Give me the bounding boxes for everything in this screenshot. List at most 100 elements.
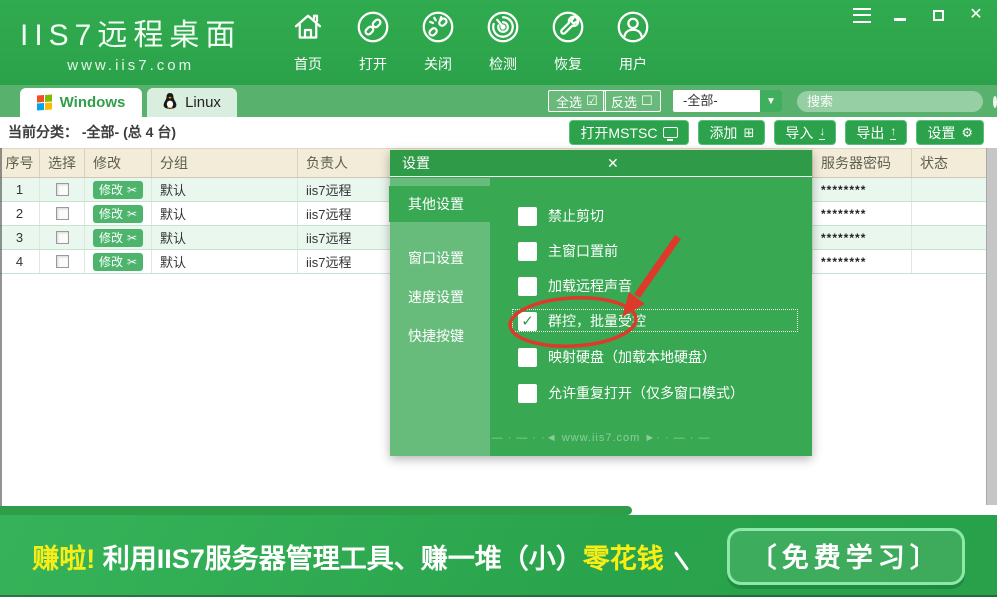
app-header: IIS7远程桌面 www.iis7.com 首页 打开 关闭 检测 恢复 用户 … bbox=[0, 0, 997, 85]
option-disable-cut[interactable]: 禁止剪切 bbox=[518, 205, 604, 227]
row-status bbox=[912, 202, 986, 225]
row-status bbox=[912, 178, 986, 201]
tab-windows-label: Windows bbox=[59, 94, 126, 111]
banner-notch bbox=[0, 506, 632, 515]
settings-button[interactable]: 设置 ⚙ bbox=[916, 120, 984, 145]
import-button[interactable]: 导入 ↓ bbox=[774, 120, 837, 145]
option-group-control[interactable]: ✓ 群控，批量受控 bbox=[518, 310, 646, 332]
nav-restore-label: 恢复 bbox=[554, 56, 582, 72]
free-learning-button[interactable]: 〔免费学习〕 bbox=[726, 527, 965, 585]
empty-box-icon: ☐ bbox=[641, 93, 653, 108]
nav-detect-label: 检测 bbox=[489, 56, 517, 72]
close-icon[interactable]: ✕ bbox=[967, 7, 985, 23]
search-box bbox=[797, 91, 997, 112]
modify-button[interactable]: 修改 ✂ bbox=[93, 180, 144, 199]
col-header-no: 序号 bbox=[0, 149, 40, 177]
row-status bbox=[912, 226, 986, 249]
settings-dialog: 设置 ✕ 其他设置 窗口设置 速度设置 快捷按键 禁止剪切 主窗口置前 加载远程… bbox=[389, 150, 812, 456]
col-header-password: 服务器密码 bbox=[813, 149, 912, 177]
nav-home[interactable]: 首页 bbox=[284, 9, 332, 74]
dialog-titlebar: 设置 ✕ bbox=[390, 150, 812, 177]
app-logo: IIS7远程桌面 www.iis7.com bbox=[20, 10, 241, 74]
dialog-tab-window[interactable]: 窗口设置 bbox=[390, 240, 490, 276]
select-all-button[interactable]: 全选 ☑ bbox=[548, 90, 606, 112]
col-header-group: 分组 bbox=[152, 149, 298, 177]
row-checkbox[interactable] bbox=[55, 183, 69, 196]
scissors-icon: ✂ bbox=[127, 206, 138, 221]
row-checkbox[interactable] bbox=[55, 255, 69, 268]
chevron-down-icon: ▼ bbox=[760, 90, 782, 112]
row-password: ******** bbox=[813, 250, 912, 273]
row-password: ******** bbox=[813, 202, 912, 225]
row-checkbox[interactable] bbox=[55, 231, 69, 244]
scissors-icon: ✂ bbox=[127, 254, 138, 269]
modify-button[interactable]: 修改 ✂ bbox=[93, 252, 144, 271]
modify-button[interactable]: 修改 ✂ bbox=[93, 228, 144, 247]
checkbox-unchecked[interactable] bbox=[518, 241, 537, 261]
nav-close-label: 关闭 bbox=[424, 56, 452, 72]
nav-home-label: 首页 bbox=[294, 56, 322, 72]
broken-link-icon bbox=[420, 9, 456, 50]
minimize-icon[interactable] bbox=[891, 7, 909, 23]
row-checkbox[interactable] bbox=[55, 207, 69, 220]
dialog-tab-other[interactable]: 其他设置 bbox=[389, 186, 490, 222]
open-mstsc-button[interactable]: 打开MSTSC bbox=[569, 120, 690, 145]
option-allow-reopen[interactable]: 允许重复打开（仅多窗口模式） bbox=[518, 382, 744, 404]
export-icon: ↑ bbox=[890, 124, 897, 140]
import-icon: ↓ bbox=[819, 124, 826, 140]
invert-selection-button[interactable]: 反选 ☐ bbox=[603, 90, 661, 112]
option-main-window-front[interactable]: 主窗口置前 bbox=[518, 240, 618, 262]
row-no: 1 bbox=[0, 178, 40, 201]
promo-banner[interactable]: 赚啦! 利用IIS7服务器管理工具、赚一堆（小）零花钱 〔免费学习〕 bbox=[0, 515, 997, 597]
dialog-close-icon[interactable]: ✕ bbox=[595, 155, 812, 172]
maximize-icon[interactable] bbox=[929, 7, 947, 23]
gear-icon: ⚙ bbox=[961, 124, 973, 140]
category-dropdown-value: -全部- bbox=[683, 93, 718, 108]
invert-selection-label: 反选 bbox=[611, 94, 638, 110]
settings-label: 设置 bbox=[927, 124, 956, 141]
radar-icon bbox=[485, 9, 521, 50]
add-button[interactable]: 添加 ⊞ bbox=[698, 120, 766, 145]
row-no: 2 bbox=[0, 202, 40, 225]
export-button[interactable]: 导出 ↑ bbox=[845, 120, 908, 145]
row-status bbox=[912, 250, 986, 273]
option-map-disk[interactable]: 映射硬盘（加载本地硬盘） bbox=[518, 346, 716, 368]
banner-highlight-prefix: 赚啦! bbox=[32, 543, 96, 574]
select-all-label: 全选 bbox=[556, 94, 583, 110]
dialog-tab-hotkey[interactable]: 快捷按键 bbox=[390, 318, 490, 354]
checkbox-unchecked[interactable] bbox=[518, 383, 537, 403]
banner-slash-decoration bbox=[673, 551, 689, 571]
nav-detect[interactable]: 检测 bbox=[479, 9, 527, 74]
col-header-select: 选择 bbox=[40, 149, 85, 177]
search-icon bbox=[993, 95, 997, 108]
window-controls: ✕ bbox=[853, 7, 985, 23]
nav-close-conn[interactable]: 关闭 bbox=[414, 9, 462, 74]
main-nav: 首页 打开 关闭 检测 恢复 用户 bbox=[284, 9, 657, 74]
dialog-tab-speed[interactable]: 速度设置 bbox=[390, 279, 490, 315]
row-no: 3 bbox=[0, 226, 40, 249]
checkbox-unchecked[interactable] bbox=[518, 206, 537, 226]
import-label: 导入 bbox=[785, 124, 814, 141]
banner-highlight-suffix: 零花钱 bbox=[582, 543, 664, 574]
nav-user-label: 用户 bbox=[619, 56, 647, 72]
checkbox-checked[interactable]: ✓ bbox=[518, 311, 537, 331]
nav-restore[interactable]: 恢复 bbox=[544, 9, 592, 74]
row-password: ******** bbox=[813, 226, 912, 249]
export-label: 导出 bbox=[856, 124, 885, 141]
search-input[interactable] bbox=[797, 94, 993, 109]
checkbox-unchecked[interactable] bbox=[518, 347, 537, 367]
option-remote-sound[interactable]: 加载远程声音 bbox=[518, 275, 632, 297]
col-header-status: 状态 bbox=[920, 155, 948, 171]
nav-open[interactable]: 打开 bbox=[349, 9, 397, 74]
table-scrollbar[interactable] bbox=[986, 148, 997, 505]
category-dropdown[interactable]: -全部- ▼ bbox=[673, 90, 782, 112]
nav-user[interactable]: 用户 bbox=[609, 9, 657, 74]
logo-title: IIS7远程桌面 bbox=[20, 19, 242, 52]
tab-linux[interactable]: Linux bbox=[147, 88, 237, 117]
menu-icon[interactable] bbox=[853, 7, 871, 23]
row-group: 默认 bbox=[152, 226, 298, 249]
checkbox-unchecked[interactable] bbox=[518, 276, 537, 296]
tab-windows[interactable]: Windows bbox=[20, 88, 142, 117]
windows-logo-icon bbox=[36, 94, 52, 111]
modify-button[interactable]: 修改 ✂ bbox=[93, 204, 144, 223]
